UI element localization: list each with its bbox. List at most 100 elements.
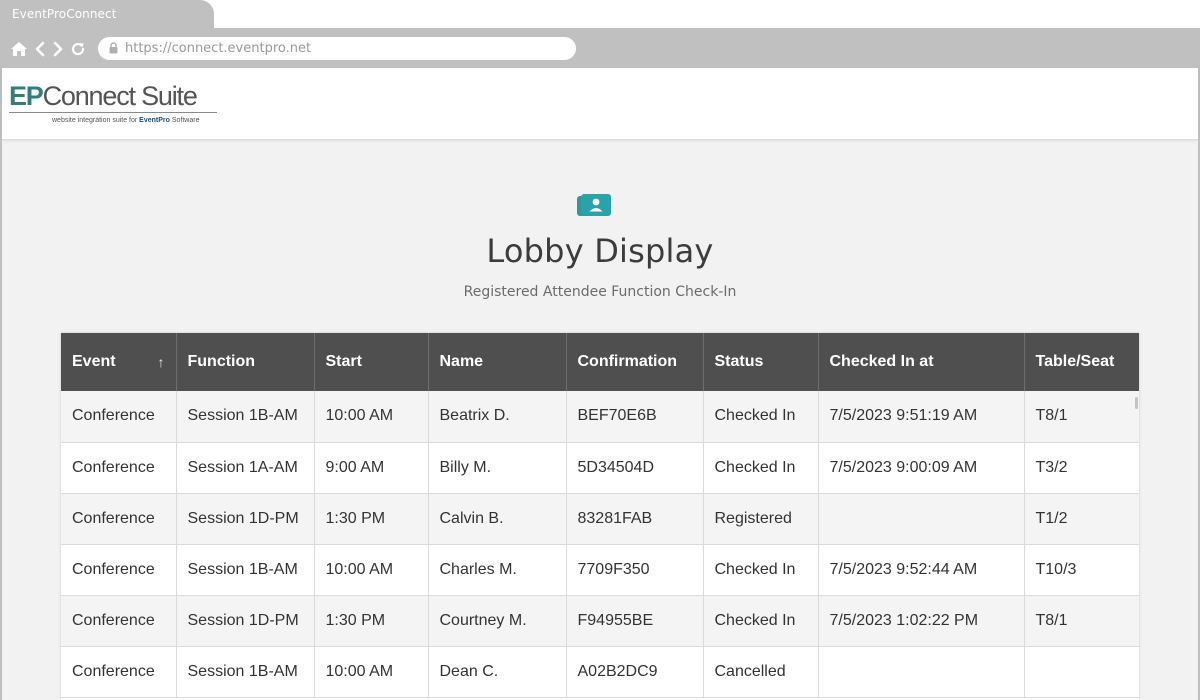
cell-name: Charles M.: [428, 544, 567, 596]
cell-function: Session 1B-AM: [176, 391, 315, 443]
column-header-label: Confirmation: [577, 353, 678, 370]
lock-icon: [109, 42, 118, 54]
cell-checked-in-at: 7/5/2023 1:02:22 PM: [818, 595, 1025, 647]
logo-tagline-brand: EventPro: [139, 117, 170, 124]
attendee-table: Event ↑ Function Start Name Confirmation …: [61, 333, 1139, 698]
logo-tagline-text: website integration suite for: [52, 117, 138, 124]
table-row[interactable]: Conference Session 1D-PM 1:30 PM Calvin …: [61, 493, 1139, 545]
cell-status: Checked In: [703, 544, 819, 596]
cell-event: Conference: [61, 442, 177, 494]
home-icon[interactable]: [10, 41, 28, 57]
cell-start: 1:30 PM: [314, 595, 429, 647]
cell-name: Calvin B.: [428, 493, 567, 545]
column-header-label: Name: [439, 353, 484, 370]
table-row[interactable]: Conference Session 1B-AM 10:00 AM Charle…: [61, 544, 1139, 596]
logo-ep: EP: [9, 81, 44, 111]
cell-event: Conference: [61, 646, 177, 698]
browser-tabstrip: EventProConnect: [0, 0, 1200, 28]
cell-status: Cancelled: [703, 646, 819, 698]
cell-function: Session 1A-AM: [176, 442, 315, 494]
cell-event: Conference: [61, 595, 177, 647]
logo-wordmark: EPConnect Suite: [9, 81, 198, 111]
cell-checked-in-at: [818, 646, 1025, 698]
cell-table-seat: [1024, 646, 1139, 698]
attendee-table-container: Event ↑ Function Start Name Confirmation …: [61, 333, 1139, 700]
column-header-label: Start: [325, 353, 362, 370]
page-viewport: EPConnect Suite website integration suit…: [0, 68, 1200, 700]
column-header-label: Event: [72, 353, 116, 370]
column-header-confirmation[interactable]: Confirmation: [566, 333, 704, 391]
cell-function: Session 1B-AM: [176, 544, 315, 596]
cell-confirmation: F94955BE: [566, 595, 704, 647]
cell-checked-in-at: [818, 493, 1025, 545]
back-icon[interactable]: [34, 41, 46, 57]
address-bar[interactable]: https://connect.eventpro.net: [98, 37, 576, 60]
page-subtitle: Registered Attendee Function Check-In: [463, 284, 737, 300]
column-header-checked-in-at[interactable]: Checked In at: [818, 333, 1025, 391]
cell-start: 10:00 AM: [314, 544, 429, 596]
url-text: https://connect.eventpro.net: [125, 41, 312, 56]
column-header-event[interactable]: Event ↑: [61, 333, 177, 391]
cell-table-seat: T8/1: [1024, 595, 1139, 647]
forward-icon[interactable]: [52, 41, 64, 57]
column-header-start[interactable]: Start: [314, 333, 429, 391]
cell-name: Billy M.: [428, 442, 567, 494]
table-row[interactable]: Conference Session 1B-AM 10:00 AM Beatri…: [61, 391, 1139, 443]
cell-checked-in-at: 7/5/2023 9:52:44 AM: [818, 544, 1025, 596]
table-row[interactable]: Conference Session 1B-AM 10:00 AM Dean C…: [61, 646, 1139, 698]
column-header-label: Status: [714, 353, 764, 370]
cell-start: 9:00 AM: [314, 442, 429, 494]
cell-name: Courtney M.: [428, 595, 567, 647]
cell-table-seat: T3/2: [1024, 442, 1139, 494]
logo-tagline-suffix: Software: [171, 117, 200, 124]
column-header-label: Table/Seat: [1035, 353, 1115, 370]
table-header-row: Event ↑ Function Start Name Confirmation …: [61, 333, 1139, 391]
cell-event: Conference: [61, 391, 177, 443]
cell-status: Checked In: [703, 391, 819, 443]
cell-start: 10:00 AM: [314, 646, 429, 698]
cell-status: Checked In: [703, 442, 819, 494]
browser-navbar: https://connect.eventpro.net: [0, 28, 1200, 68]
nav-buttons: [10, 40, 86, 58]
cell-confirmation: 83281FAB: [566, 493, 704, 545]
tab-title: EventProConnect: [12, 7, 117, 21]
cell-function: Session 1B-AM: [176, 646, 315, 698]
table-row[interactable]: Conference Session 1D-PM 1:30 PM Courtne…: [61, 595, 1139, 647]
logo-divider: [9, 112, 217, 113]
browser-tab[interactable]: EventProConnect: [0, 0, 214, 28]
column-header-label: Checked In at: [829, 353, 934, 370]
column-header-table-seat[interactable]: Table/Seat: [1024, 333, 1139, 391]
cell-event: Conference: [61, 544, 177, 596]
cell-name: Beatrix D.: [428, 391, 567, 443]
sort-ascending-icon[interactable]: ↑: [158, 354, 165, 370]
cell-confirmation: BEF70E6B: [566, 391, 704, 443]
cell-confirmation: 7709F350: [566, 544, 704, 596]
column-header-status[interactable]: Status: [703, 333, 819, 391]
logo-connect-suite: Connect Suite: [42, 81, 198, 111]
ep-connect-suite-logo[interactable]: EPConnect Suite website integration suit…: [9, 81, 221, 131]
cell-confirmation: 5D34504D: [566, 442, 704, 494]
cell-function: Session 1D-PM: [176, 595, 315, 647]
cell-function: Session 1D-PM: [176, 493, 315, 545]
table-scrollbar[interactable]: [1135, 397, 1138, 409]
column-header-label: Function: [187, 353, 256, 370]
column-header-function[interactable]: Function: [176, 333, 315, 391]
table-row[interactable]: Conference Session 1A-AM 9:00 AM Billy M…: [61, 442, 1139, 494]
cell-checked-in-at: 7/5/2023 9:00:09 AM: [818, 442, 1025, 494]
cell-checked-in-at: 7/5/2023 9:51:19 AM: [818, 391, 1025, 443]
cell-table-seat: T8/1: [1024, 391, 1139, 443]
page-title: Lobby Display: [486, 232, 714, 270]
reload-icon[interactable]: [70, 41, 86, 57]
cell-status: Registered: [703, 493, 819, 545]
logo-tagline: website integration suite for EventPro S…: [52, 117, 199, 124]
cell-table-seat: T1/2: [1024, 493, 1139, 545]
attendee-badge-icon: [577, 194, 611, 216]
site-header: EPConnect Suite website integration suit…: [2, 68, 1198, 140]
cell-event: Conference: [61, 493, 177, 545]
cell-table-seat: T10/3: [1024, 544, 1139, 596]
cell-confirmation: A02B2DC9: [566, 646, 704, 698]
cell-status: Checked In: [703, 595, 819, 647]
cell-name: Dean C.: [428, 646, 567, 698]
column-header-name[interactable]: Name: [428, 333, 567, 391]
cell-start: 10:00 AM: [314, 391, 429, 443]
